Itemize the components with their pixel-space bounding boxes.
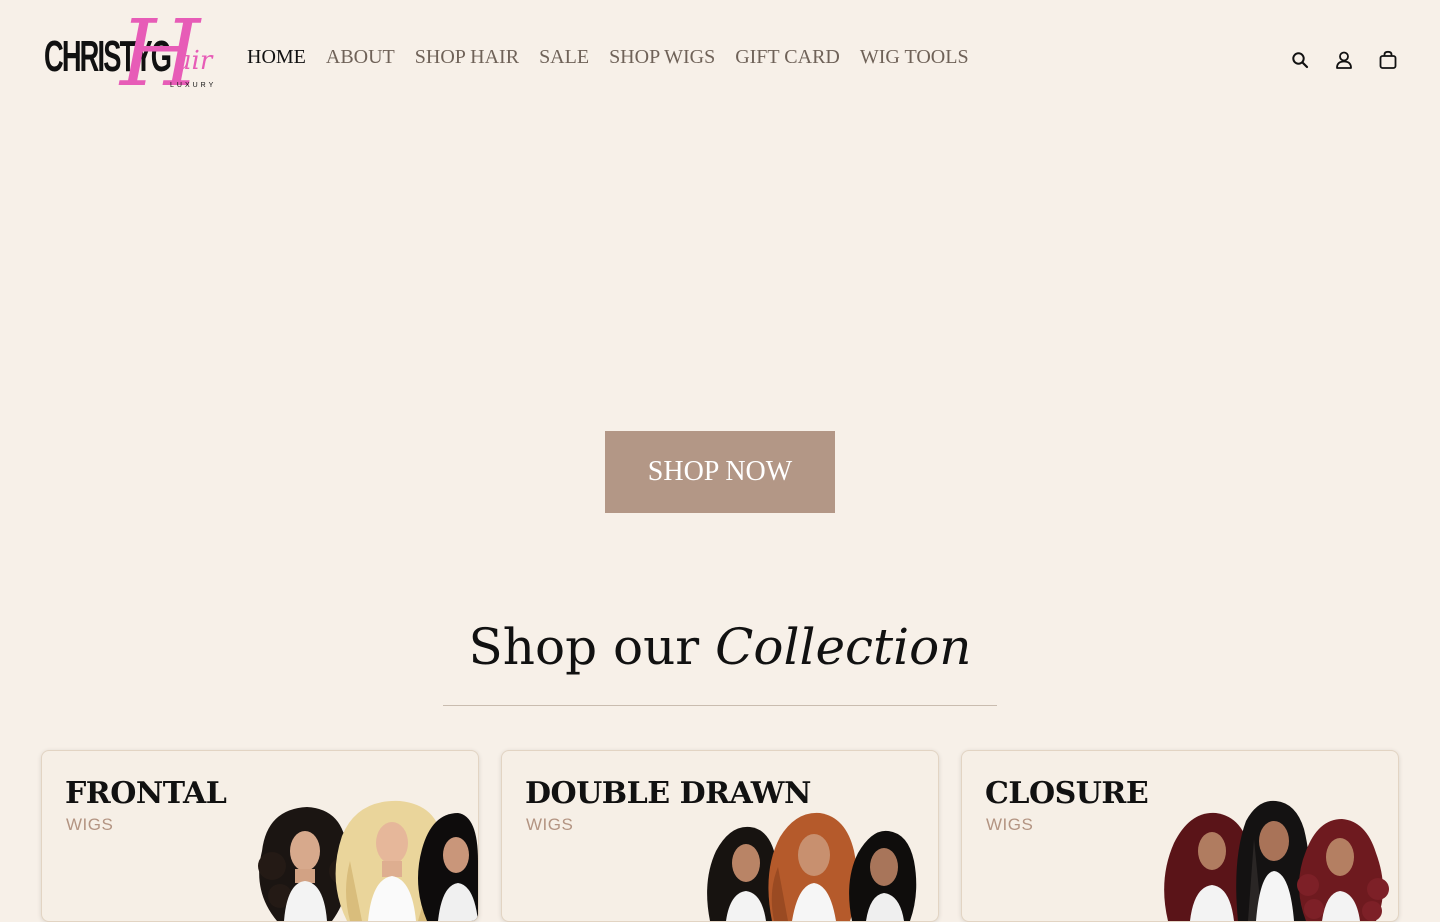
nav-sale[interactable]: SALE (539, 46, 589, 69)
section-divider (443, 705, 997, 706)
nav-wig-tools[interactable]: WIG TOOLS (860, 46, 969, 69)
card-title: DOUBLE DRAWN (525, 776, 811, 811)
wig-models-image (1164, 800, 1389, 921)
nav-shop-hair[interactable]: SHOP HAIR (415, 46, 519, 69)
brand-logo[interactable]: CHRISTYG H air LUXURY (42, 8, 228, 114)
nav-home[interactable]: HOME (247, 46, 306, 69)
collection-card-closure[interactable]: CLOSURE WIGS (961, 750, 1399, 922)
nav-gift-card[interactable]: GIFT CARD (735, 46, 840, 69)
site-header: CHRISTYG H air LUXURY HOME ABOUT SHOP HA… (0, 0, 1440, 120)
logo-subtitle: LUXURY (170, 82, 217, 89)
wig-models-image (258, 800, 478, 921)
header-icons (1290, 50, 1398, 70)
wig-models-image (707, 812, 917, 921)
collection-heading-italic: Collection (715, 618, 972, 676)
card-subtitle: WIGS (986, 815, 1034, 834)
card-subtitle: WIGS (66, 815, 114, 834)
account-icon[interactable] (1334, 50, 1354, 70)
shop-now-button[interactable]: SHOP NOW (605, 431, 835, 513)
collection-heading: Shop our Collection (0, 618, 1440, 676)
collection-heading-regular: Shop our (468, 618, 716, 676)
logo-script-rest: air (176, 46, 213, 76)
card-title: CLOSURE (985, 776, 1149, 811)
collection-card-frontal[interactable]: FRONTAL WIGS (41, 750, 479, 922)
cart-icon[interactable] (1378, 50, 1398, 70)
main-nav: HOME ABOUT SHOP HAIR SALE SHOP WIGS GIFT… (247, 46, 989, 69)
card-title: FRONTAL (65, 776, 227, 811)
search-icon[interactable] (1290, 50, 1310, 70)
nav-shop-wigs[interactable]: SHOP WIGS (609, 46, 715, 69)
card-subtitle: WIGS (526, 815, 574, 834)
collection-card-double-drawn[interactable]: DOUBLE DRAWN WIGS (501, 750, 939, 922)
nav-about[interactable]: ABOUT (326, 46, 395, 69)
